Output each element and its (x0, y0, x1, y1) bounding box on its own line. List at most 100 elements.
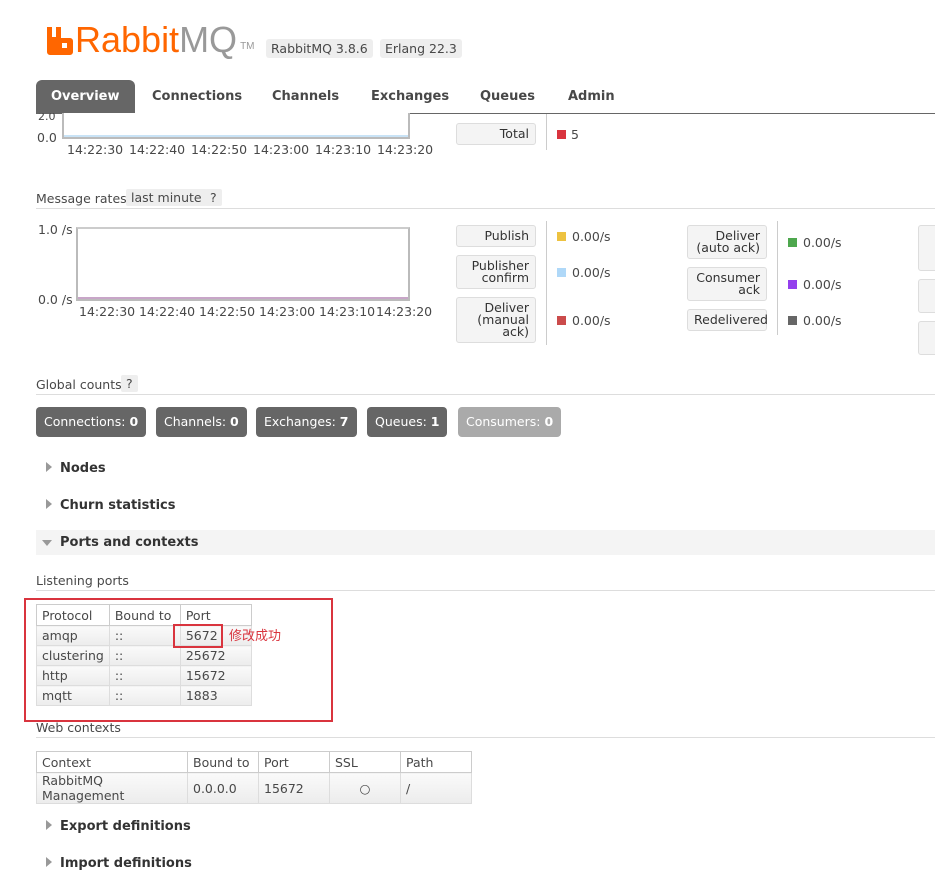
table-row: http :: 15672 (36, 665, 252, 686)
legend-deliver-manual-label: Deliver (manual ack) (456, 297, 536, 343)
section-export-toggle[interactable]: Export definitions (46, 819, 191, 834)
table-row: RabbitMQ Management 0.0.0.0 15672 ○ / (36, 772, 472, 804)
queued-messages-chart (62, 113, 410, 139)
rabbitmq-version: RabbitMQ 3.8.6 (266, 39, 373, 58)
expand-arrow-icon (46, 462, 52, 472)
queued-x-tick: 14:22:40 (129, 142, 186, 157)
table-cell: :: (108, 645, 181, 666)
legend-divider (546, 221, 547, 345)
table-cell: 0.0.0.0 (187, 772, 259, 804)
table-cell-ssl: ○ (329, 772, 401, 804)
queued-y-bottom: 0.0 (37, 130, 57, 145)
queued-x-tick: 14:23:00 (253, 142, 310, 157)
column-header: Port (258, 751, 330, 773)
badge-label: Connections: (44, 414, 126, 429)
badge-label: Exchanges: (264, 414, 336, 429)
badge-channels[interactable]: Channels: 0 (156, 407, 247, 437)
legend-deliver-auto-swatch (788, 238, 797, 247)
legend-publisher-confirm-label: Publisher confirm (456, 255, 536, 289)
legend-deliver-auto-text: Deliver (auto ack) (696, 228, 760, 255)
legend-cutoff-box (918, 279, 935, 313)
web-contexts-table: Context Bound to Port SSL Path RabbitMQ … (36, 751, 472, 804)
section-ports-toggle[interactable]: Ports and contexts (42, 535, 198, 550)
tab-queues[interactable]: Queues (480, 80, 535, 113)
legend-publisher-confirm-value: 0.00/s (572, 265, 611, 280)
tab-admin[interactable]: Admin (568, 80, 615, 113)
table-cell: 25672 (179, 645, 252, 666)
table-cell: clustering (36, 645, 110, 666)
section-nodes-toggle[interactable]: Nodes (46, 461, 106, 476)
table-header-row: Protocol Bound to Port (36, 604, 252, 626)
main-nav-tabs: Overview Connections Channels Exchanges … (36, 80, 935, 114)
section-divider (36, 737, 935, 738)
erlang-version: Erlang 22.3 (380, 39, 462, 58)
port-highlight-box (173, 624, 223, 648)
table-cell: amqp (36, 625, 110, 646)
message-rates-range[interactable]: last minute (126, 189, 207, 206)
legend-redelivered-label: Redelivered (687, 309, 768, 331)
table-cell: :: (108, 665, 181, 686)
rates-y-top: 1.0 /s (38, 222, 73, 237)
legend-deliver-manual-value: 0.00/s (572, 313, 611, 328)
queued-x-tick: 14:23:10 (315, 142, 372, 157)
legend-deliver-manual-text: Deliver (manual ack) (477, 300, 529, 339)
message-rates-title: Message rates (36, 191, 127, 206)
section-divider (36, 208, 935, 209)
column-header: Port (179, 604, 252, 626)
legend-consumer-ack-swatch (788, 280, 797, 289)
legend-deliver-auto-value: 0.00/s (803, 235, 842, 250)
global-counts-help[interactable]: ? (121, 375, 138, 392)
column-header: Context (36, 751, 188, 773)
rates-y-bottom: 0.0 /s (38, 292, 73, 307)
table-cell: :: (108, 685, 181, 706)
column-header: Bound to (108, 604, 181, 626)
rates-x-tick: 14:22:50 (199, 304, 256, 319)
table-cell: http (36, 665, 110, 686)
table-cell: 15672 (258, 772, 330, 804)
section-divider (36, 394, 935, 395)
message-rates-chart (76, 227, 410, 301)
table-cell: :: (108, 625, 181, 646)
table-header-row: Context Bound to Port SSL Path (36, 751, 472, 773)
section-export-label: Export definitions (60, 819, 191, 834)
legend-publisher-confirm-text: Publisher confirm (471, 258, 529, 285)
queued-x-tick: 14:22:50 (191, 142, 248, 157)
logo-text-rabbit: Rabbit (75, 19, 180, 60)
section-import-toggle[interactable]: Import definitions (46, 856, 192, 871)
legend-publish-value: 0.00/s (572, 229, 611, 244)
legend-cutoff-box (918, 321, 935, 355)
legend-redelivered-value: 0.00/s (803, 313, 842, 328)
legend-deliver-manual-swatch (557, 316, 566, 325)
badge-queues[interactable]: Queues: 1 (367, 407, 448, 437)
tab-exchanges[interactable]: Exchanges (371, 80, 449, 113)
legend-cutoff-box (918, 225, 935, 271)
legend-divider (777, 221, 778, 335)
badge-consumers[interactable]: Consumers: 0 (458, 407, 562, 437)
listening-ports-table: Protocol Bound to Port amqp :: 5672 clus… (36, 604, 252, 706)
column-header: Bound to (187, 751, 259, 773)
legend-publish-label: Publish (456, 225, 536, 247)
queued-series-line (64, 135, 408, 137)
section-churn-toggle[interactable]: Churn statistics (46, 498, 176, 513)
tab-channels[interactable]: Channels (272, 80, 339, 113)
queued-x-tick: 14:23:20 (377, 142, 434, 157)
tab-overview[interactable]: Overview (36, 80, 135, 113)
section-import-label: Import definitions (60, 856, 192, 871)
table-row: mqtt :: 1883 (36, 685, 252, 706)
badge-exchanges[interactable]: Exchanges: 7 (256, 407, 357, 437)
badge-label: Queues: (375, 414, 427, 429)
rabbitmq-logo: Rabbit MQ TM (45, 18, 255, 58)
rates-x-tick: 14:23:10 (319, 304, 376, 319)
table-cell: mqtt (36, 685, 110, 706)
expand-arrow-icon (46, 499, 52, 509)
logo-trademark: TM (240, 41, 255, 52)
listening-ports-title: Listening ports (36, 573, 129, 588)
expand-arrow-icon (46, 857, 52, 867)
badge-connections[interactable]: Connections: 0 (36, 407, 147, 437)
web-contexts-title: Web contexts (36, 720, 121, 735)
queued-y-top: 2.0 (38, 113, 56, 121)
message-rates-help[interactable]: ? (205, 189, 222, 206)
column-header: Path (400, 751, 472, 773)
tab-connections[interactable]: Connections (152, 80, 242, 113)
badge-count: 1 (430, 414, 440, 429)
